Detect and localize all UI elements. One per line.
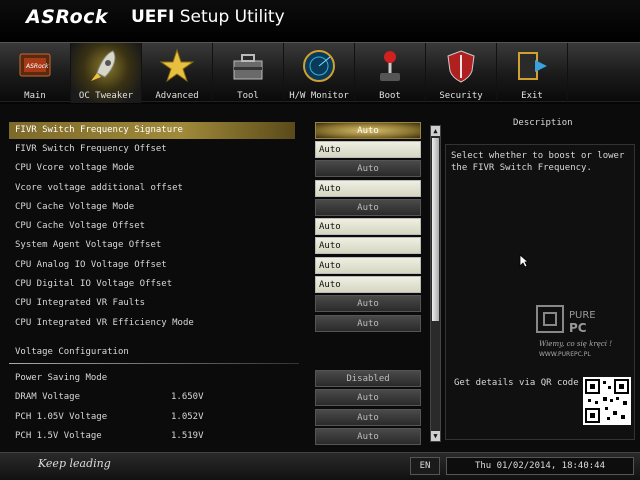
main-menu: ASRock Main OC Tweaker Advanced Tool H/W… [0,42,640,103]
setting-value-dropdown[interactable]: Auto [315,122,421,139]
tab-hw-monitor[interactable]: H/W Monitor [284,43,355,103]
voltage-reading: 1.519V [171,431,204,441]
setting-value-input[interactable]: Auto [315,141,421,158]
main-card-icon: ASRock [15,46,55,86]
svg-text:PC: PC [569,321,587,335]
description-text: Select whether to boost or lower the FIV… [451,151,625,173]
setting-value-dropdown[interactable]: Disabled [315,370,421,387]
setting-pch-105-voltage[interactable]: PCH 1.05V Voltage 1.052V Auto [9,409,421,426]
svg-text:Wiemy, co się kręci !: Wiemy, co się kręci ! [539,340,612,348]
setting-analog-io-offset[interactable]: CPU Analog IO Voltage Offset Auto [9,257,421,274]
tab-security[interactable]: Security [426,43,497,103]
setting-vr-faults[interactable]: CPU Integrated VR Faults Auto [9,295,421,312]
qr-label: Get details via QR code [454,378,579,388]
setting-value-dropdown[interactable]: Auto [315,199,421,216]
voltage-reading: 1.650V [171,392,204,402]
setting-value-dropdown[interactable]: Auto [315,409,421,426]
tab-oc-tweaker[interactable]: OC Tweaker [71,43,142,103]
setting-vcore-mode[interactable]: CPU Vcore voltage Mode Auto [9,160,421,177]
setting-digital-io-offset[interactable]: CPU Digital IO Voltage Offset Auto [9,276,421,293]
setting-fivr-offset[interactable]: FIVR Switch Frequency Offset Auto [9,141,421,158]
setting-value-input[interactable]: Auto [315,237,421,254]
setting-value-dropdown[interactable]: Auto [315,295,421,312]
product-title: UEFI Setup Utility [131,7,285,27]
setting-value-dropdown[interactable]: Auto [315,389,421,406]
purepc-watermark: PURE PC Wiemy, co się kręci ! WWW.PUREPC… [535,300,625,360]
setting-value-dropdown[interactable]: Auto [315,315,421,332]
setting-sa-offset[interactable]: System Agent Voltage Offset Auto [9,237,421,254]
voltage-reading: 1.052V [171,412,204,422]
tab-tool[interactable]: Tool [213,43,284,103]
scroll-up-arrow-icon[interactable]: ▲ [431,126,440,136]
section-divider [9,363,299,364]
setting-value-input[interactable]: Auto [315,180,421,197]
qr-code-icon [583,377,631,425]
setting-cache-offset[interactable]: CPU Cache Voltage Offset Auto [9,218,421,235]
radar-icon [299,46,339,86]
svg-text:WWW.PUREPC.PL: WWW.PUREPC.PL [539,351,591,358]
mouse-cursor-icon [519,253,530,272]
setting-pch-15-voltage[interactable]: PCH 1.5V Voltage 1.519V Auto [9,428,421,445]
rocket-icon [86,46,126,86]
section-heading: Voltage Configuration [15,347,129,357]
exit-door-icon [512,46,552,86]
tab-main[interactable]: ASRock Main [0,43,71,103]
brand-logo: ASRock [26,6,109,28]
shield-icon [441,46,481,86]
settings-scrollbar[interactable]: ▲ ▼ [430,125,441,442]
slogan: Keep leading [38,457,111,470]
setting-value-input[interactable]: Auto [315,276,421,293]
setting-fivr-signature[interactable]: FIVR Switch Frequency Signature Auto [9,122,421,139]
toolbox-icon [228,46,268,86]
setting-value-input[interactable]: Auto [315,218,421,235]
tab-advanced[interactable]: Advanced [142,43,213,103]
setting-vr-efficiency[interactable]: CPU Integrated VR Efficiency Mode Auto [9,315,421,332]
description-title: Description [513,118,573,128]
scroll-thumb[interactable] [432,138,439,321]
setting-value-dropdown[interactable]: Auto [315,428,421,445]
date-time-display: Thu 01/02/2014, 18:40:44 [446,457,634,475]
setting-value-input[interactable]: Auto [315,257,421,274]
tab-exit[interactable]: Exit [497,43,568,103]
star-icon [157,46,197,86]
setting-power-saving[interactable]: Power Saving Mode Disabled [9,370,421,387]
svg-text:ASRock: ASRock [25,63,49,70]
tab-boot[interactable]: Boot [355,43,426,103]
setting-cache-mode[interactable]: CPU Cache Voltage Mode Auto [9,199,421,216]
setting-value-dropdown[interactable]: Auto [315,160,421,177]
scroll-down-arrow-icon[interactable]: ▼ [431,431,440,441]
language-button[interactable]: EN [410,457,440,475]
setting-vcore-offset[interactable]: Vcore voltage additional offset Auto [9,180,421,197]
svg-text:PURE: PURE [569,310,596,321]
title-bar: ASRock UEFI Setup Utility [0,0,640,42]
setting-dram-voltage[interactable]: DRAM Voltage 1.650V Auto [9,389,421,406]
joystick-icon [370,46,410,86]
